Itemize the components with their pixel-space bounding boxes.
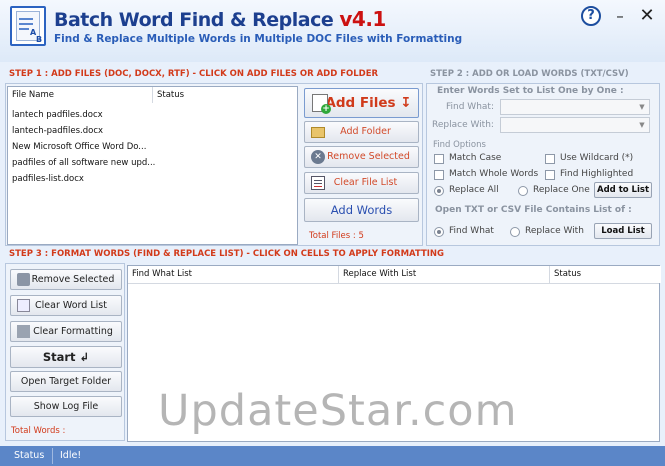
status-bar: Status Idle! <box>0 446 665 466</box>
clear-list-icon <box>311 176 325 190</box>
status-column-header[interactable]: Status <box>153 87 253 103</box>
find-highlighted-label: Find Highlighted <box>560 169 634 179</box>
use-wildcard-label: Use Wildcard (*) <box>560 153 634 163</box>
remove-icon <box>17 273 30 286</box>
file-list-item[interactable]: padfiles of all software new upd... <box>12 155 155 171</box>
replace-all-radio[interactable] <box>434 186 444 196</box>
help-button[interactable]: ? <box>581 6 601 26</box>
status-value: Idle! <box>60 450 82 461</box>
app-logo-icon: A B <box>10 6 46 46</box>
grid-header-divider <box>128 283 659 284</box>
dropdown-arrow-icon: ▼ <box>639 103 645 111</box>
replace-one-radio[interactable] <box>518 186 528 196</box>
remove-selected-files-label: Remove Selected <box>327 151 410 162</box>
remove-selected-words-label: Remove Selected <box>31 274 115 285</box>
close-button[interactable]: ✕ <box>637 6 657 26</box>
file-list-item[interactable]: New Microsoft Office Word Do... <box>12 139 146 155</box>
match-whole-words-checkbox[interactable] <box>434 170 444 180</box>
file-list-item[interactable]: lantech-padfiles.docx <box>12 123 103 139</box>
file-list[interactable]: File Name Status lantech padfiles.docx l… <box>7 86 298 245</box>
find-what-input[interactable]: ▼ <box>500 99 650 115</box>
add-folder-label: Add Folder <box>340 126 391 137</box>
minimize-button[interactable]: – <box>610 6 630 26</box>
add-words-button[interactable]: Add Words <box>304 198 419 222</box>
step2-header: STEP 2 : ADD OR LOAD WORDS (TXT/CSV) <box>430 69 629 79</box>
start-button[interactable]: Start ↲ <box>10 346 122 368</box>
clear-word-list-button[interactable]: Clear Word List <box>10 295 122 316</box>
status-label: Status <box>14 450 45 461</box>
app-subtitle: Find & Replace Multiple Words in Multipl… <box>54 33 463 45</box>
find-highlighted-checkbox[interactable] <box>545 170 555 180</box>
app-version: v4.1 <box>339 7 386 31</box>
find-options-label: Find Options <box>433 140 486 150</box>
app-title-text: Batch Word Find & Replace <box>54 9 334 31</box>
formatting-icon <box>17 325 30 338</box>
open-target-folder-button[interactable]: Open Target Folder <box>10 371 122 392</box>
replace-with-radio-label: Replace With <box>525 226 584 236</box>
match-whole-words-label: Match Whole Words <box>449 169 539 179</box>
step1-header: STEP 1 : ADD FILES (DOC, DOCX, RTF) - CL… <box>9 69 379 79</box>
file-name-column-header[interactable]: File Name <box>8 87 153 103</box>
enter-words-group-label: Enter Words Set to List One by One : <box>437 86 624 96</box>
match-case-label: Match Case <box>449 153 502 163</box>
load-list-button[interactable]: Load List <box>594 223 652 239</box>
match-case-checkbox[interactable] <box>434 154 444 164</box>
find-what-radio[interactable] <box>434 227 444 237</box>
clear-formatting-label: Clear Formatting <box>33 326 113 337</box>
replace-one-label: Replace One <box>533 185 590 195</box>
replace-with-label: Replace With: <box>432 120 494 130</box>
open-file-group-label: Open TXT or CSV File Contains List of : <box>435 205 632 215</box>
add-to-list-button[interactable]: Add to List <box>594 182 652 198</box>
clear-file-list-button[interactable]: Clear File List <box>304 172 419 194</box>
app-window: A B Batch Word Find & Replace v4.1 Find … <box>0 0 665 466</box>
remove-selected-words-button[interactable]: Remove Selected <box>10 269 122 290</box>
add-files-button[interactable]: + Add Files ↧ <box>304 88 419 118</box>
find-what-radio-label: Find What <box>449 226 494 236</box>
clear-formatting-button[interactable]: Clear Formatting <box>10 321 122 342</box>
find-what-label: Find What: <box>446 102 494 112</box>
replace-with-column-header[interactable]: Replace With List <box>339 266 550 283</box>
add-folder-button[interactable]: Add Folder <box>304 121 419 143</box>
use-wildcard-checkbox[interactable] <box>545 154 555 164</box>
remove-selected-files-button[interactable]: ✕ Remove Selected <box>304 146 419 168</box>
file-list-item[interactable]: lantech padfiles.docx <box>12 107 103 123</box>
file-list-item[interactable]: padfiles-list.docx <box>12 171 84 187</box>
status-column-header[interactable]: Status <box>550 266 661 283</box>
find-what-column-header[interactable]: Find What List <box>128 266 339 283</box>
header: A B Batch Word Find & Replace v4.1 Find … <box>0 0 665 62</box>
list-icon <box>17 299 30 312</box>
remove-icon: ✕ <box>311 150 325 164</box>
dropdown-arrow-icon: ▼ <box>639 121 645 129</box>
clear-word-list-label: Clear Word List <box>35 300 107 311</box>
add-file-icon: + <box>312 94 331 114</box>
app-title: Batch Word Find & Replace v4.1 <box>54 7 386 31</box>
replace-all-label: Replace All <box>449 185 499 195</box>
total-files: Total Files : 5 <box>309 231 364 241</box>
step3-header: STEP 3 : FORMAT WORDS (FIND & REPLACE LI… <box>9 249 444 259</box>
watermark: UpdateStar.com <box>158 386 518 436</box>
show-log-file-button[interactable]: Show Log File <box>10 396 122 417</box>
clear-file-list-label: Clear File List <box>333 177 398 188</box>
replace-with-input[interactable]: ▼ <box>500 117 650 133</box>
folder-icon <box>311 127 325 138</box>
replace-with-radio[interactable] <box>510 227 520 237</box>
total-words: Total Words : <box>11 426 66 436</box>
